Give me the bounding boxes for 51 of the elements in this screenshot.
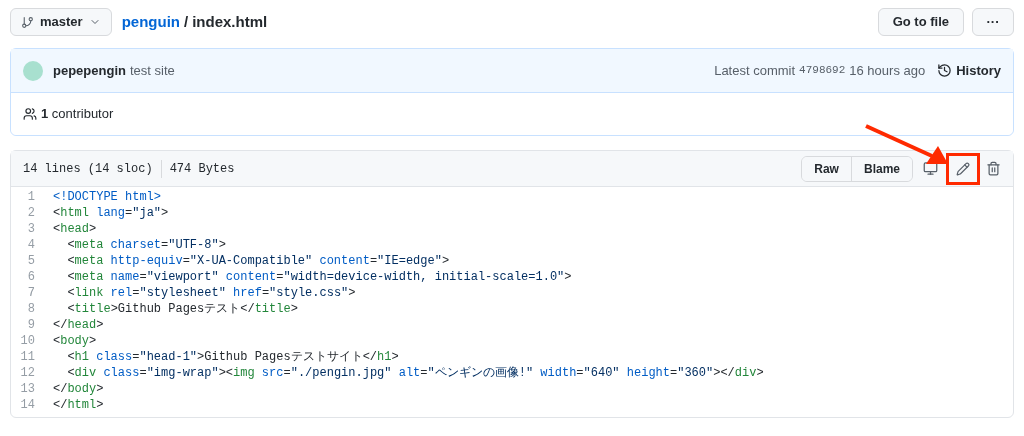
line-number: 8 <box>26 301 36 318</box>
line-number: 2 <box>26 205 36 222</box>
trash-icon[interactable] <box>986 161 1001 176</box>
code-line: <link rel="stylesheet" href="style.css"> <box>66 285 356 302</box>
code-line: <meta charset="UTF-8"> <box>66 237 226 254</box>
line-number: 3 <box>26 221 36 238</box>
edit-icon[interactable] <box>956 161 970 176</box>
code-line: </body> <box>53 381 104 398</box>
history-icon <box>937 63 953 78</box>
code-line: </html> <box>53 397 104 414</box>
commit-time: 16 hours ago <box>849 61 926 80</box>
code-line: <body> <box>53 333 97 350</box>
commit-author[interactable]: pepepengin <box>53 60 126 81</box>
commit-hash[interactable]: 4798692 <box>799 62 846 79</box>
people-icon <box>23 107 37 121</box>
desktop-icon[interactable] <box>923 161 938 176</box>
code-line: <h1 class="head-1">Github Pagesテストサイト</h1> <box>66 349 399 366</box>
line-number: 6 <box>26 269 36 286</box>
line-number: 12 <box>19 365 36 382</box>
line-number: 9 <box>26 317 36 334</box>
code-line: <meta name="viewport" content="width=device-width, initial-scale=1.0"> <box>66 269 572 286</box>
line-number: 13 <box>19 381 36 398</box>
file-view-button[interactable]: Blame <box>850 156 912 181</box>
line-number: 1 <box>26 189 36 206</box>
code-line: <head> <box>53 221 97 238</box>
line-number: 14 <box>19 397 36 414</box>
code-line: <meta http-equiv="X-UA-Compatible" content="IE=edge"> <box>66 253 450 270</box>
repo-link[interactable]: penguin <box>121 10 180 34</box>
line-count: 14 lines (14 sloc) <box>23 159 162 178</box>
code-line: </head> <box>53 317 104 334</box>
avatar <box>23 60 43 81</box>
line-number: 7 <box>26 285 36 302</box>
latest-commit-label: Latest commit <box>714 61 796 80</box>
more-button[interactable]: ··· <box>972 8 1014 36</box>
line-number: 10 <box>19 333 36 350</box>
path-separator: / <box>183 11 189 32</box>
code-line: <html lang="ja"> <box>53 205 169 222</box>
commit-message[interactable]: test site <box>129 60 175 81</box>
branch-button[interactable]: master <box>10 8 112 36</box>
code-line: <title>Github Pagesテスト</title> <box>66 301 298 318</box>
contributor-count: 1 contributor <box>41 105 114 124</box>
branch-icon <box>21 15 34 29</box>
code-line: <!DOCTYPE html> <box>53 189 162 206</box>
history-link[interactable]: History <box>937 60 1001 81</box>
file-size: 474 Bytes <box>168 160 235 178</box>
go-to-file-button[interactable]: Go to file <box>877 8 964 36</box>
line-number: 11 <box>19 349 36 366</box>
line-number: 4 <box>26 237 36 254</box>
file-name: index.html <box>192 11 268 32</box>
code-line: <div class="img-wrap"><img src="./pengin.jpg" alt="ペンギンの画像!" width="640" height="360"></div> <box>66 365 764 382</box>
line-number: 5 <box>26 253 36 270</box>
